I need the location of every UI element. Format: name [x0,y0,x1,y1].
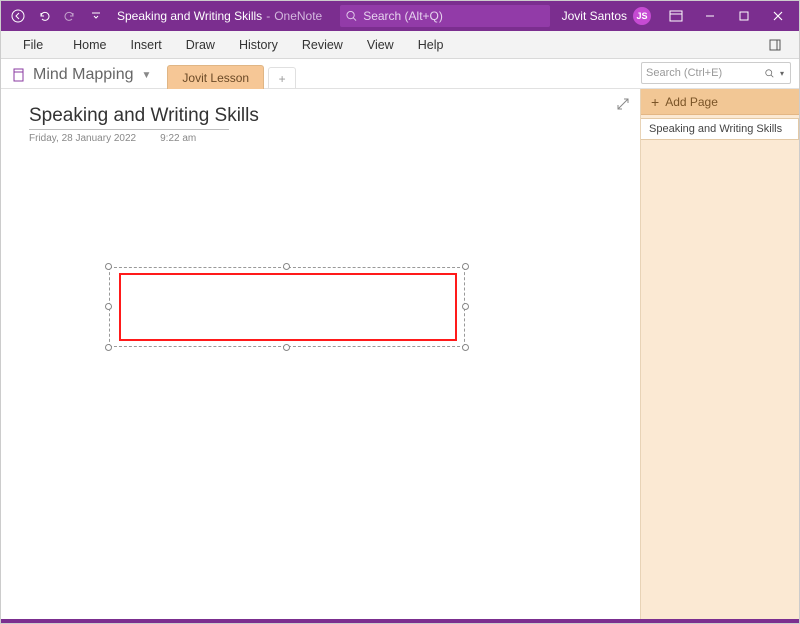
tab-home[interactable]: Home [61,31,118,58]
user-avatar[interactable]: JS [633,7,651,25]
workspace: Speaking and Writing Skills Friday, 28 J… [1,89,799,619]
resize-handle-top-mid[interactable] [283,263,290,270]
red-rectangle-shape[interactable] [119,273,457,341]
resize-handle-mid-left[interactable] [105,303,112,310]
full-page-view-button[interactable] [616,97,630,116]
search-icon [765,68,774,79]
plus-icon: + [651,94,659,110]
app-name: OneNote [274,9,322,23]
section-tab-label: Jovit Lesson [182,71,249,85]
ribbon-tabs: File Home Insert Draw History Review Vie… [1,31,799,59]
notebook-icon [11,67,27,83]
minimize-button[interactable] [693,1,727,31]
tab-insert[interactable]: Insert [119,31,174,58]
customize-qat-button[interactable] [83,1,109,31]
status-bar [1,619,799,623]
back-button[interactable] [5,1,31,31]
page-meta: Friday, 28 January 2022 9:22 am [29,133,259,144]
page-canvas[interactable]: Speaking and Writing Skills Friday, 28 J… [1,89,641,619]
page-time[interactable]: 9:22 am [160,133,196,144]
tab-help[interactable]: Help [406,31,456,58]
title-separator: - [266,9,270,23]
window-title: Speaking and Writing Skills - OneNote [117,9,322,23]
notebook-bar: Mind Mapping ▼ Jovit Lesson + ▾ [1,59,799,89]
close-button[interactable] [761,1,795,31]
notebook-picker[interactable]: Mind Mapping ▼ [9,66,157,88]
selected-object[interactable] [109,267,465,347]
section-tab-active[interactable]: Jovit Lesson [167,65,264,89]
undo-button[interactable] [31,1,57,31]
tab-file[interactable]: File [11,31,55,58]
page-panel: + Add Page Speaking and Writing Skills [641,89,799,619]
tab-view[interactable]: View [355,31,406,58]
resize-handle-bot-mid[interactable] [283,344,290,351]
redo-button[interactable] [57,1,83,31]
tab-review[interactable]: Review [290,31,355,58]
page-title-block: Speaking and Writing Skills Friday, 28 J… [29,105,259,144]
resize-handle-bot-right[interactable] [462,344,469,351]
add-section-button[interactable]: + [268,67,296,89]
collapse-ribbon-button[interactable] [761,31,789,59]
resize-handle-top-left[interactable] [105,263,112,270]
resize-handle-bot-left[interactable] [105,344,112,351]
title-bar: Speaking and Writing Skills - OneNote Jo… [1,1,799,31]
maximize-button[interactable] [727,1,761,31]
add-page-button[interactable]: + Add Page [641,89,799,115]
title-bar-left: Speaking and Writing Skills - OneNote [1,1,550,31]
notebook-name: Mind Mapping [33,66,134,84]
page-list-item[interactable]: Speaking and Writing Skills [641,118,799,140]
chevron-down-icon: ▼ [142,70,152,81]
resize-handle-top-right[interactable] [462,263,469,270]
search-dropdown-icon[interactable]: ▾ [778,69,786,78]
page-date[interactable]: Friday, 28 January 2022 [29,133,136,144]
title-underline [29,129,229,130]
tab-history[interactable]: History [227,31,290,58]
page-list-item-label: Speaking and Writing Skills [649,123,782,135]
add-page-label: Add Page [665,95,718,109]
title-bar-right: Jovit Santos JS [562,1,799,31]
page-search[interactable]: ▾ [641,62,791,84]
search-input[interactable] [363,9,544,23]
user-name[interactable]: Jovit Santos [562,9,627,23]
search-icon [346,10,357,22]
page-title[interactable]: Speaking and Writing Skills [29,105,259,127]
ribbon-display-button[interactable] [659,1,693,31]
tab-draw[interactable]: Draw [174,31,227,58]
search-box[interactable] [340,5,550,27]
document-title: Speaking and Writing Skills [117,9,262,23]
page-search-input[interactable] [646,67,761,79]
resize-handle-mid-right[interactable] [462,303,469,310]
